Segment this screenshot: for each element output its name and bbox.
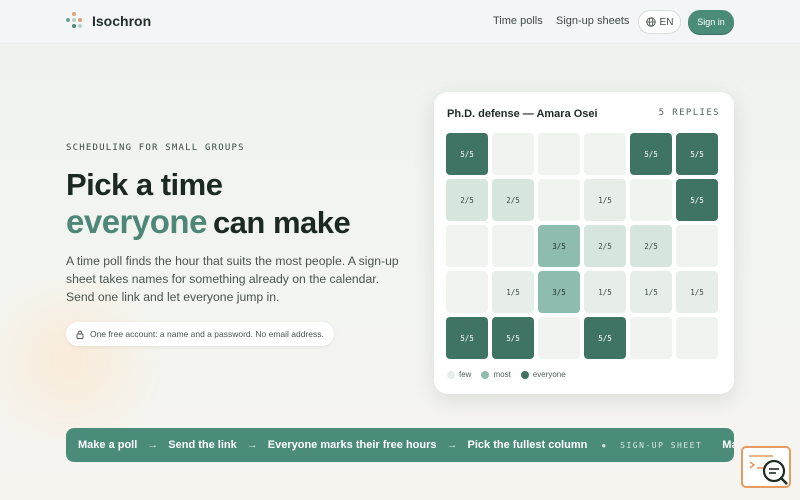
- availability-cell[interactable]: 2/5: [492, 179, 534, 221]
- availability-cell[interactable]: [538, 133, 580, 175]
- hero-description: A time poll finds the hour that suits th…: [66, 254, 399, 304]
- legend-everyone: everyone: [520, 370, 566, 379]
- availability-cell[interactable]: 5/5: [676, 179, 718, 221]
- heat-legend: few most everyone: [447, 370, 566, 379]
- availability-cell[interactable]: 2/5: [584, 225, 626, 267]
- nav-signup-sheets[interactable]: Sign-up sheets: [556, 15, 629, 27]
- poll-title: Ph.D. defense — Amara Osei: [447, 108, 598, 120]
- legend-most-swatch: [481, 370, 490, 379]
- availability-cell[interactable]: 3/5: [538, 225, 580, 267]
- availability-cell[interactable]: 2/5: [630, 225, 672, 267]
- headline-line-2: everyone can make: [66, 203, 351, 241]
- availability-cell[interactable]: 5/5: [676, 133, 718, 175]
- ticker-tag: SIGN-UP SHEET: [620, 440, 703, 450]
- lock-icon: [76, 330, 84, 339]
- free-account-note-text: One free account: a name and a password.…: [90, 329, 324, 339]
- availability-cell[interactable]: 1/5: [676, 271, 718, 313]
- top-bar: Isochron Time polls Sign-up sheets EN Si…: [0, 0, 800, 44]
- arrow-right-icon: →: [147, 439, 159, 451]
- brand-logo[interactable]: Isochron: [66, 12, 151, 30]
- availability-cell[interactable]: [446, 271, 488, 313]
- availability-cell[interactable]: [676, 317, 718, 359]
- availability-cell[interactable]: [492, 133, 534, 175]
- headline-accent: everyone: [66, 203, 207, 240]
- sign-in-button[interactable]: Sign in: [688, 10, 734, 34]
- ticker-step: Send the link: [168, 439, 237, 451]
- legend-everyone-swatch: [520, 370, 529, 379]
- legend-few-label: few: [459, 370, 472, 379]
- availability-cell[interactable]: [538, 317, 580, 359]
- availability-cell[interactable]: 1/5: [584, 179, 626, 221]
- arrow-right-icon: →: [246, 439, 258, 451]
- availability-cell[interactable]: 3/5: [538, 271, 580, 313]
- logo-dots-icon: [66, 12, 84, 30]
- free-account-note: One free account: a name and a password.…: [66, 322, 334, 346]
- availability-cell[interactable]: 5/5: [584, 317, 626, 359]
- brand-name: Isochron: [92, 13, 152, 29]
- legend-few: few: [447, 370, 471, 379]
- headline-rest: can make: [212, 205, 351, 240]
- ticker-step: Pick the fullest column: [467, 439, 588, 451]
- help-widget-button[interactable]: [741, 446, 791, 488]
- availability-cell[interactable]: 5/5: [492, 317, 534, 359]
- availability-cell[interactable]: 5/5: [446, 133, 488, 175]
- globe-icon: [645, 17, 656, 27]
- availability-cell[interactable]: 1/5: [492, 271, 534, 313]
- separator-dot-icon: ●: [601, 440, 607, 450]
- availability-cell[interactable]: [584, 133, 626, 175]
- hero-headline: Pick a time everyone can make: [66, 167, 351, 241]
- ticker-step: Make a poll: [78, 439, 138, 451]
- availability-cell[interactable]: [492, 225, 534, 267]
- search-chat-icon: [749, 455, 788, 485]
- how-it-works-ticker: Make a poll → Send the link → Everyone m…: [66, 428, 734, 462]
- hero-eyebrow: SCHEDULING FOR SMALL GROUPS: [66, 143, 245, 153]
- legend-everyone-label: everyone: [532, 370, 566, 379]
- legend-most-label: most: [493, 370, 511, 379]
- poll-replies-count: 5 REPLIES: [658, 108, 720, 118]
- legend-few-swatch: [447, 370, 455, 379]
- availability-grid: 5/5 5/5 5/5 2/5 2/5 1/5 5/5 3/5 2/5 2/5 1/5 3/5 1/5 1…: [446, 133, 718, 359]
- headline-line-1: Pick a time: [66, 167, 223, 202]
- poll-preview-card: Ph.D. defense — Amara Osei 5 REPLIES 5/5…: [434, 92, 734, 394]
- availability-cell[interactable]: [630, 179, 672, 221]
- ticker-step: Everyone marks their free hours: [267, 439, 437, 451]
- legend-most: most: [481, 370, 511, 379]
- language-button[interactable]: EN: [638, 10, 681, 34]
- availability-cell[interactable]: [538, 179, 580, 221]
- availability-cell[interactable]: [676, 225, 718, 267]
- availability-cell[interactable]: 1/5: [630, 271, 672, 313]
- nav-time-polls[interactable]: Time polls: [493, 15, 543, 27]
- availability-cell[interactable]: 2/5: [446, 179, 488, 221]
- availability-cell[interactable]: [630, 317, 672, 359]
- availability-cell[interactable]: 5/5: [630, 133, 672, 175]
- availability-cell[interactable]: 1/5: [584, 271, 626, 313]
- ticker-step: Make a: [722, 439, 734, 451]
- language-label: EN: [659, 16, 674, 28]
- availability-cell[interactable]: 5/5: [446, 317, 488, 359]
- arrow-right-icon: →: [446, 439, 458, 451]
- availability-cell[interactable]: [446, 225, 488, 267]
